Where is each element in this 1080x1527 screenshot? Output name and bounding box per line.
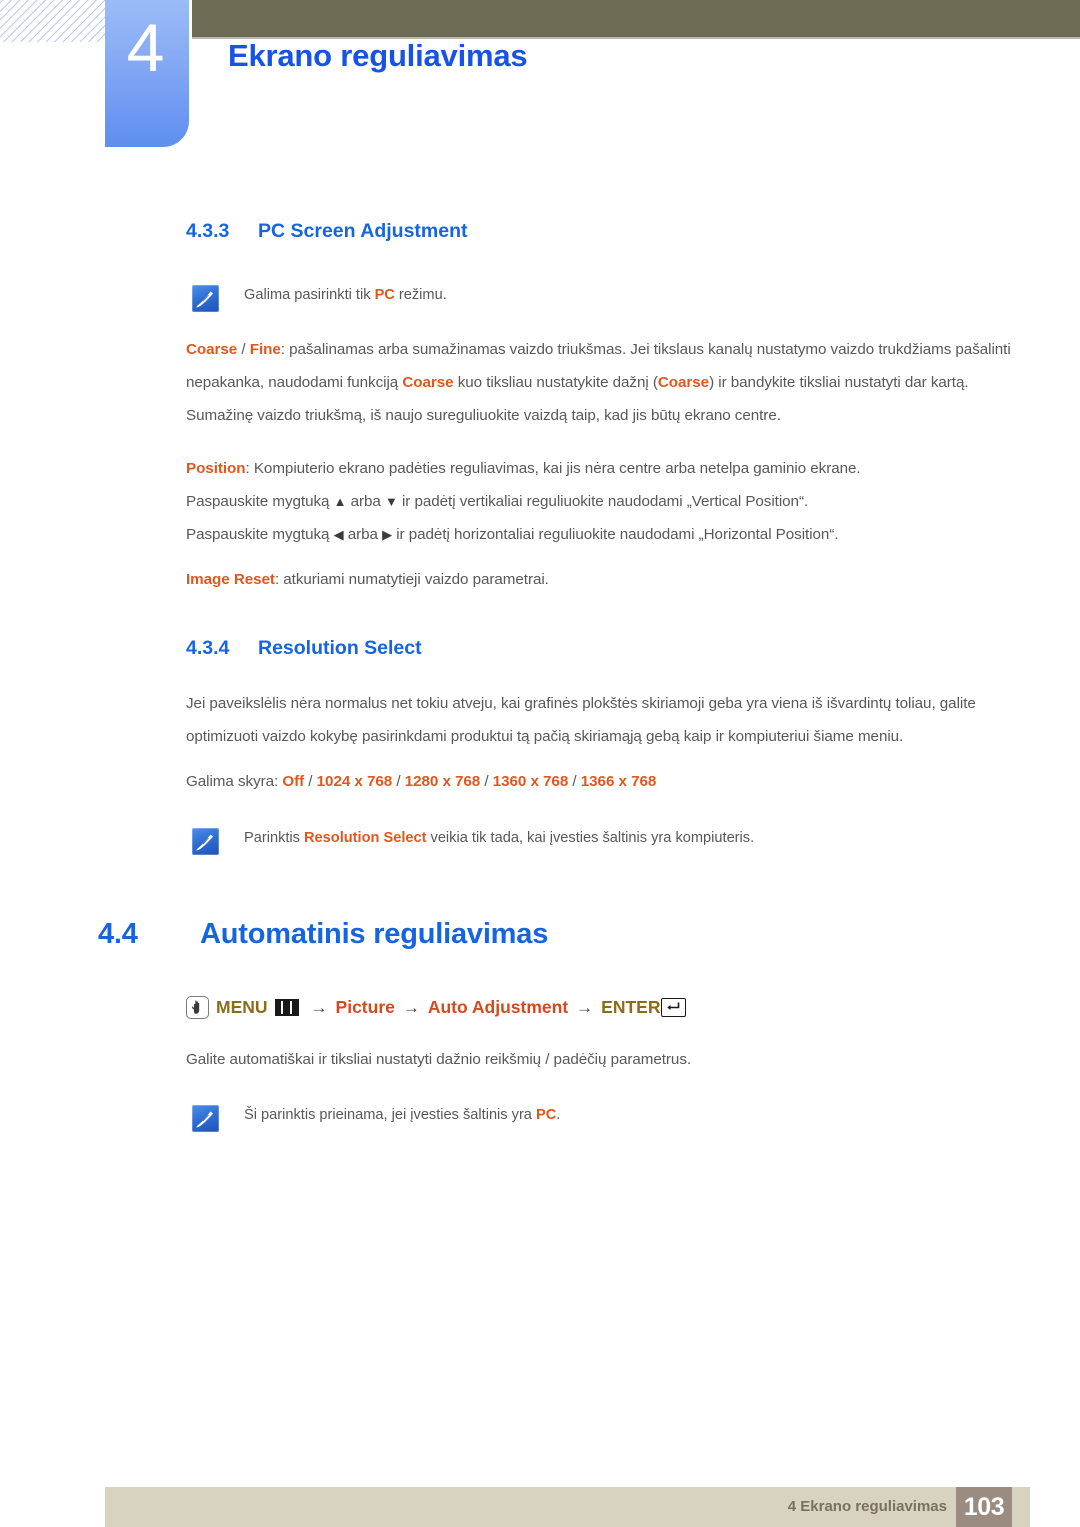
paragraph-position-vertical: Paspauskite mygtuką ▲ arba ▼ ir padėtį v… <box>186 493 809 510</box>
note-text: Galima pasirinkti tik PC režimu. <box>244 287 447 303</box>
breadcrumb-menu-path: MENU → Picture → Auto Adjustment → ENTER <box>186 996 1024 1019</box>
heading-text: Automatinis reguliavimas <box>200 918 549 950</box>
heading-resolution-select: 4.3.4 Resolution Select <box>186 637 1024 660</box>
note-resolution-select: Parinktis Resolution Select veikia tik t… <box>186 825 1024 855</box>
heading-text: Resolution Select <box>258 637 422 659</box>
breadcrumb-item-picture[interactable]: Picture <box>336 997 395 1018</box>
paragraph-auto-adjustment: Galite automatiškai ir tiksliai nustatyt… <box>186 1051 692 1068</box>
footer-page-box: 103 <box>956 1487 1012 1527</box>
chapter-number: 4 <box>126 10 165 86</box>
highlight-pc: PC <box>374 287 395 303</box>
paragraph-coarse-fine: Coarse / Fine: pašalinamas arba sumažina… <box>186 341 1011 424</box>
arrow-right-icon: ▶ <box>382 527 393 542</box>
note-pen-icon <box>192 828 219 855</box>
note-pen-icon <box>192 285 219 312</box>
heading-pc-screen-adjustment: 4.3.3 PC Screen Adjustment <box>186 220 1024 243</box>
option-separator: / <box>304 773 317 790</box>
note-auto-adjustment: Ši parinktis prieinama, jei įvesties šal… <box>186 1102 1024 1132</box>
hand-press-icon <box>186 996 209 1019</box>
note-text: Parinktis Resolution Select veikia tik t… <box>244 830 755 846</box>
breadcrumb-enter-label[interactable]: ENTER <box>601 997 660 1018</box>
term-coarse-inline-1: Coarse <box>402 374 454 391</box>
footer-bar: 4 Ekrano reguliavimas 103 <box>105 1487 1030 1527</box>
highlight-resolution-select: Resolution Select <box>304 830 427 846</box>
arrow-down-icon: ▼ <box>384 494 398 509</box>
breadcrumb-arrow: → <box>402 997 420 1017</box>
option-separator: / <box>392 773 405 790</box>
chapter-tab: 4 <box>105 0 189 147</box>
breadcrumb-arrow: → <box>310 997 328 1017</box>
heading-number: 4.3.3 <box>186 220 230 242</box>
option-separator: / <box>480 773 493 790</box>
heading-number: 4.3.4 <box>186 637 230 659</box>
heading-number: 4.4 <box>98 918 138 950</box>
arrow-left-icon: ◀ <box>333 527 344 542</box>
arrow-up-icon: ▲ <box>333 494 347 509</box>
resolution-option: 1280 x 768 <box>404 773 481 790</box>
paragraph-image-reset: Image Reset: atkuriami numatytieji vaizd… <box>186 571 549 588</box>
footer-chapter-label: 4 Ekrano reguliavimas <box>787 1498 947 1515</box>
breadcrumb-item-auto-adjustment[interactable]: Auto Adjustment <box>428 997 568 1018</box>
term-coarse: Coarse <box>186 341 238 358</box>
term-position: Position <box>186 460 246 477</box>
note-pc-mode: Galima pasirinkti tik PC režimu. <box>186 282 1024 312</box>
header-hatch-decoration <box>0 0 106 42</box>
note-text: Ši parinktis prieinama, jei įvesties šal… <box>244 1107 561 1123</box>
paragraph-resolution-select: Jei paveikslėlis nėra normalus net tokiu… <box>186 695 976 745</box>
resolution-option: 1360 x 768 <box>492 773 569 790</box>
resolution-options-list: Off / 1024 x 768 / 1280 x 768 / 1360 x 7… <box>282 773 656 790</box>
paragraph-position-horizontal: Paspauskite mygtuką ◀ arba ▶ ir padėtį h… <box>186 526 839 543</box>
heading-text: PC Screen Adjustment <box>258 220 468 242</box>
heading-auto-adjustment: 4.4 Automatinis reguliavimas <box>98 918 548 951</box>
option-separator: / <box>568 773 581 790</box>
highlight-pc: PC <box>535 1107 557 1123</box>
page-number: 103 <box>963 1492 1005 1521</box>
auto-adjustment-body: MENU → Picture → Auto Adjustment → ENTER… <box>186 996 1024 1132</box>
note-pen-icon <box>192 1105 219 1132</box>
paragraph-resolution-options: Galima skyra: Off / 1024 x 768 / 1280 x … <box>186 773 657 790</box>
breadcrumb-arrow: → <box>576 997 594 1017</box>
resolution-option: Off <box>282 773 305 790</box>
term-image-reset: Image Reset <box>186 571 275 588</box>
breadcrumb-menu-label[interactable]: MENU <box>216 997 268 1018</box>
paragraph-position: Position: Kompiuterio ekrano padėties re… <box>186 460 861 477</box>
enter-return-icon <box>661 998 687 1017</box>
resolution-option: 1024 x 768 <box>316 773 393 790</box>
term-fine: Fine <box>249 341 281 358</box>
resolution-option: 1366 x 768 <box>580 773 657 790</box>
term-coarse-inline-2: Coarse <box>657 374 710 391</box>
page-content: 4.3.3 PC Screen Adjustment Galima pasirin… <box>186 0 1024 855</box>
menu-bars-icon <box>274 999 299 1016</box>
